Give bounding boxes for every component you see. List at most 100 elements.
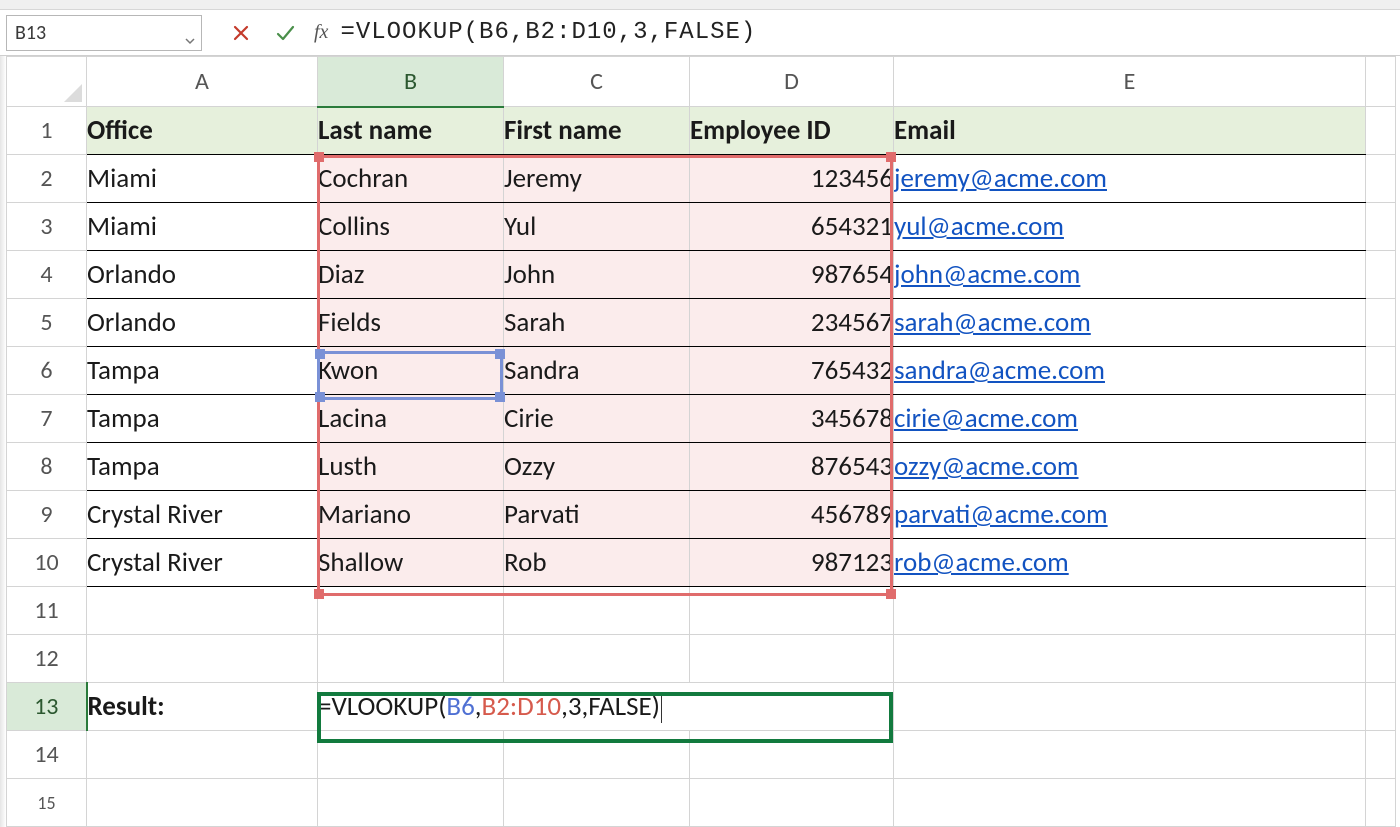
- column-header-C[interactable]: C: [504, 57, 690, 107]
- row-header-7[interactable]: 7: [7, 395, 87, 443]
- cell-B6[interactable]: Kwon: [318, 347, 504, 395]
- cell-A11[interactable]: [87, 587, 318, 635]
- cell-A12[interactable]: [87, 635, 318, 683]
- cell-D2[interactable]: 123456: [690, 155, 894, 203]
- cell-A8[interactable]: Tampa: [87, 443, 318, 491]
- cell-F10[interactable]: [1366, 539, 1396, 587]
- cell-F5[interactable]: [1366, 299, 1396, 347]
- cell-C12[interactable]: [504, 635, 690, 683]
- cell-F1[interactable]: [1366, 107, 1396, 155]
- row-header-2[interactable]: 2: [7, 155, 87, 203]
- cell-F9[interactable]: [1366, 491, 1396, 539]
- cell-E12[interactable]: [894, 635, 1366, 683]
- cell-B1[interactable]: Last name: [318, 107, 504, 155]
- cell-D4[interactable]: 987654: [690, 251, 894, 299]
- email-link[interactable]: yul@acme.com: [894, 210, 1064, 243]
- email-link[interactable]: parvati@acme.com: [894, 498, 1108, 531]
- cell-F12[interactable]: [1366, 635, 1396, 683]
- cell-E1[interactable]: Email: [894, 107, 1366, 155]
- cell-E3[interactable]: yul@acme.com: [894, 203, 1366, 251]
- cell-D9[interactable]: 456789: [690, 491, 894, 539]
- formula-input[interactable]: [340, 15, 1400, 51]
- cell-F7[interactable]: [1366, 395, 1396, 443]
- cell-E7[interactable]: cirie@acme.com: [894, 395, 1366, 443]
- select-all-corner[interactable]: [7, 57, 87, 107]
- cell-F13[interactable]: [1366, 683, 1396, 731]
- cell-F3[interactable]: [1366, 203, 1396, 251]
- cell-D5[interactable]: 234567: [690, 299, 894, 347]
- cell-D12[interactable]: [690, 635, 894, 683]
- cell-B12[interactable]: [318, 635, 504, 683]
- cell-B2[interactable]: Cochran: [318, 155, 504, 203]
- cell-E8[interactable]: ozzy@acme.com: [894, 443, 1366, 491]
- cell-E5[interactable]: sarah@acme.com: [894, 299, 1366, 347]
- cell-C15[interactable]: [504, 779, 690, 827]
- cell-C8[interactable]: Ozzy: [504, 443, 690, 491]
- cell-F14[interactable]: [1366, 731, 1396, 779]
- row-header-4[interactable]: 4: [7, 251, 87, 299]
- email-link[interactable]: sandra@acme.com: [894, 354, 1105, 387]
- cell-D6[interactable]: 765432: [690, 347, 894, 395]
- cell-B8[interactable]: Lusth: [318, 443, 504, 491]
- cell-B13[interactable]: =VLOOKUP(B6,B2:D10,3,FALSE): [318, 683, 894, 731]
- cell-A9[interactable]: Crystal River: [87, 491, 318, 539]
- cell-E6[interactable]: sandra@acme.com: [894, 347, 1366, 395]
- cell-F6[interactable]: [1366, 347, 1396, 395]
- cell-C2[interactable]: Jeremy: [504, 155, 690, 203]
- row-header-13[interactable]: 13: [7, 683, 87, 731]
- cell-E15[interactable]: [894, 779, 1366, 827]
- row-header-11[interactable]: 11: [7, 587, 87, 635]
- email-link[interactable]: sarah@acme.com: [894, 306, 1091, 339]
- cell-B10[interactable]: Shallow: [318, 539, 504, 587]
- email-link[interactable]: ozzy@acme.com: [894, 450, 1079, 483]
- cell-E4[interactable]: john@acme.com: [894, 251, 1366, 299]
- enter-button[interactable]: [274, 22, 296, 44]
- cell-C11[interactable]: [504, 587, 690, 635]
- row-header-3[interactable]: 3: [7, 203, 87, 251]
- cell-F2[interactable]: [1366, 155, 1396, 203]
- cell-E2[interactable]: jeremy@acme.com: [894, 155, 1366, 203]
- cell-B4[interactable]: Diaz: [318, 251, 504, 299]
- cell-F11[interactable]: [1366, 587, 1396, 635]
- cancel-button[interactable]: [230, 22, 252, 44]
- cell-C10[interactable]: Rob: [504, 539, 690, 587]
- cell-C4[interactable]: John: [504, 251, 690, 299]
- cell-A3[interactable]: Miami: [87, 203, 318, 251]
- fx-icon[interactable]: fx: [314, 21, 328, 44]
- cell-C14[interactable]: [504, 731, 690, 779]
- cell-B15[interactable]: [318, 779, 504, 827]
- row-header-1[interactable]: 1: [7, 107, 87, 155]
- cell-B14[interactable]: [318, 731, 504, 779]
- cell-C3[interactable]: Yul: [504, 203, 690, 251]
- email-link[interactable]: cirie@acme.com: [894, 402, 1078, 435]
- cell-B11[interactable]: [318, 587, 504, 635]
- cell-A7[interactable]: Tampa: [87, 395, 318, 443]
- column-header-A[interactable]: A: [87, 57, 318, 107]
- column-header-B[interactable]: B: [318, 57, 504, 107]
- cell-E14[interactable]: [894, 731, 1366, 779]
- row-header-5[interactable]: 5: [7, 299, 87, 347]
- cell-D7[interactable]: 345678: [690, 395, 894, 443]
- cell-A2[interactable]: Miami: [87, 155, 318, 203]
- row-header-14[interactable]: 14: [7, 731, 87, 779]
- cell-D15[interactable]: [690, 779, 894, 827]
- row-header-15[interactable]: 15: [7, 779, 87, 827]
- cell-A5[interactable]: Orlando: [87, 299, 318, 347]
- cell-D3[interactable]: 654321: [690, 203, 894, 251]
- name-box[interactable]: B13: [6, 15, 202, 51]
- cell-A6[interactable]: Tampa: [87, 347, 318, 395]
- chevron-down-icon[interactable]: [185, 28, 195, 38]
- cell-E13[interactable]: [894, 683, 1366, 731]
- cell-A10[interactable]: Crystal River: [87, 539, 318, 587]
- cell-A1[interactable]: Office: [87, 107, 318, 155]
- cell-B9[interactable]: Mariano: [318, 491, 504, 539]
- column-header-E[interactable]: E: [894, 57, 1366, 107]
- cell-C7[interactable]: Cirie: [504, 395, 690, 443]
- row-header-8[interactable]: 8: [7, 443, 87, 491]
- cell-C1[interactable]: First name: [504, 107, 690, 155]
- column-header-extra[interactable]: [1366, 57, 1396, 107]
- cell-D1[interactable]: Employee ID: [690, 107, 894, 155]
- cell-B7[interactable]: Lacina: [318, 395, 504, 443]
- email-link[interactable]: john@acme.com: [894, 258, 1080, 291]
- spreadsheet-grid[interactable]: A B C D E 1 Office Last name First name …: [0, 56, 1400, 827]
